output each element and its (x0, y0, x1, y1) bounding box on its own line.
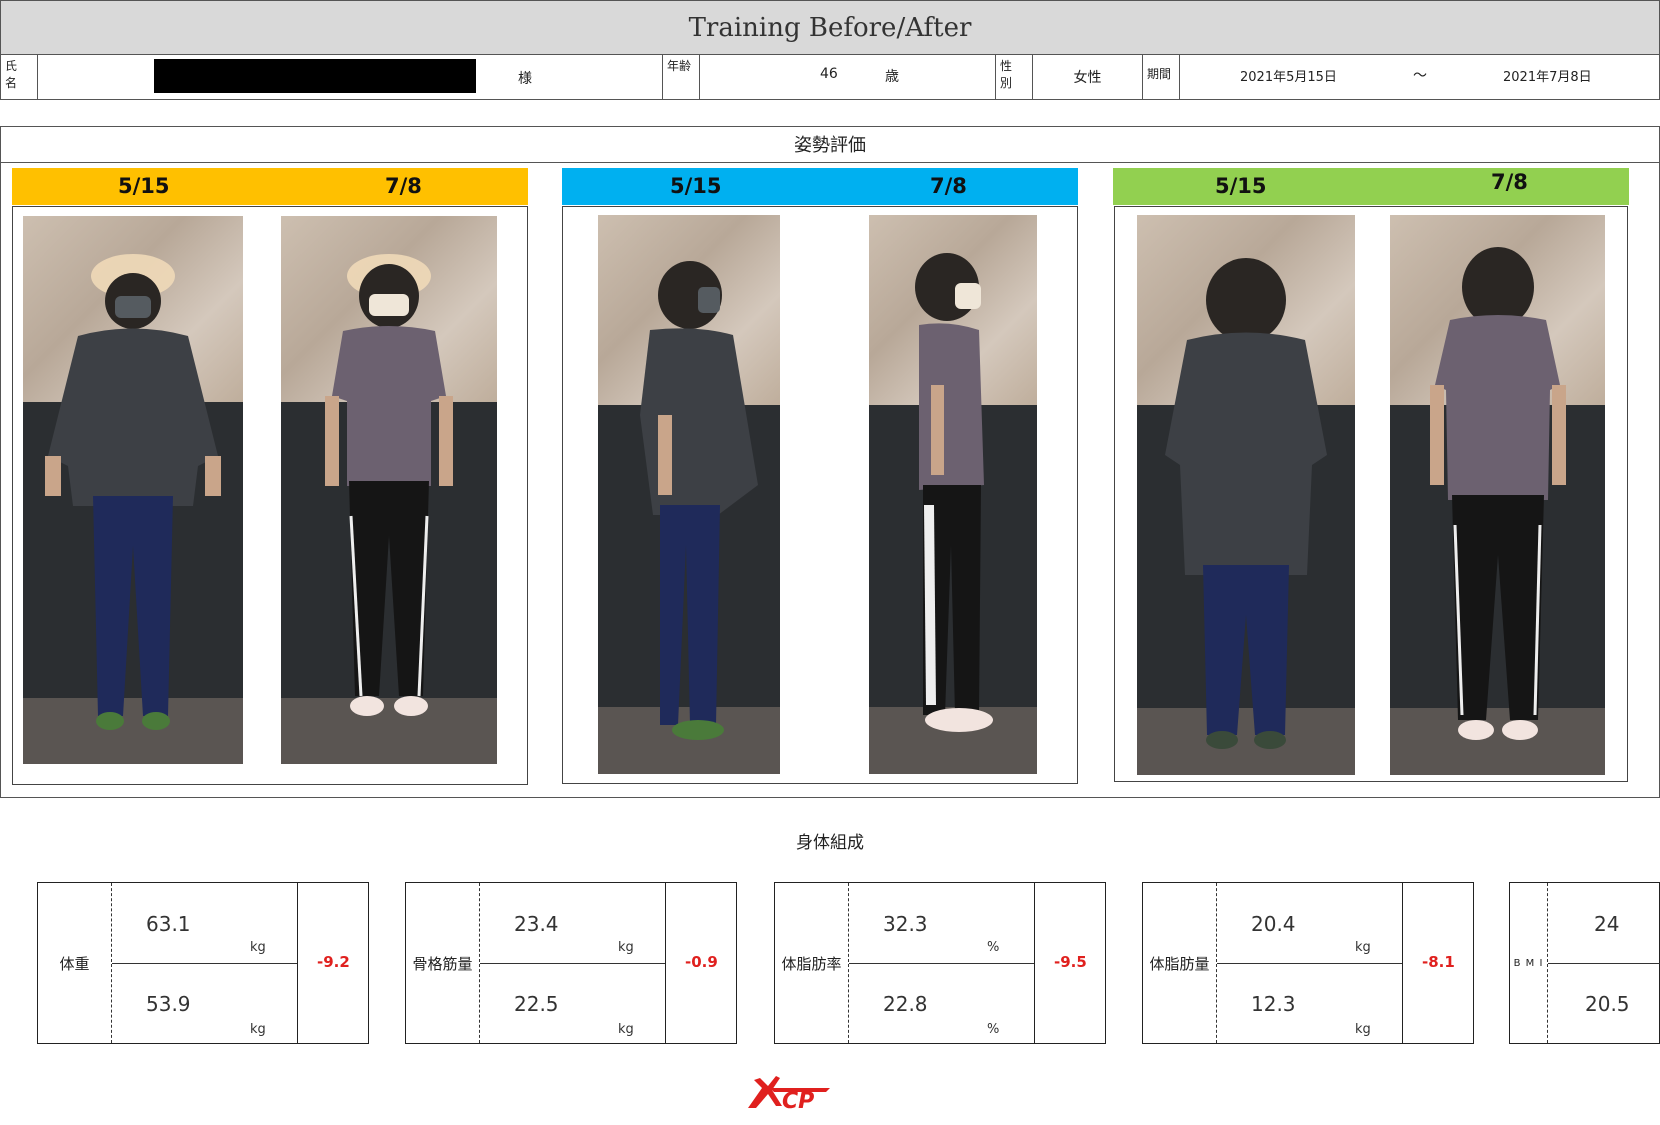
period-label: 期間 (1143, 54, 1180, 99)
photo-back-after (1390, 215, 1605, 775)
metric-after: 53.9 (146, 992, 191, 1016)
photo-front-before (23, 216, 243, 764)
name-cell: 様 (38, 54, 663, 99)
metric-label: B M I (1510, 883, 1548, 1043)
metric-before: 20.4 (1251, 912, 1296, 936)
metric-diff: -9.2 (317, 953, 350, 971)
name-label: 氏 名 (1, 54, 38, 99)
metric-box: 骨格筋量 23.4 kg 22.5 kg -0.9 (405, 882, 737, 1044)
metric-after: 12.3 (1251, 992, 1296, 1016)
metric-label: 骨格筋量 (406, 883, 480, 1043)
date-before: 5/15 (1215, 174, 1267, 198)
metric-unit: kg (618, 940, 634, 955)
metric-unit: % (987, 1022, 1000, 1037)
age-label: 年齢 (663, 54, 700, 99)
date-after: 7/8 (1491, 170, 1528, 194)
metric-box: 体脂肪量 20.4 kg 12.3 kg -8.1 (1142, 882, 1474, 1044)
date-before: 5/15 (670, 174, 722, 198)
period-start: 2021年5月15日 (1240, 70, 1337, 85)
date-band-back: 5/15 7/8 (1113, 168, 1629, 205)
metric-unit: kg (618, 1022, 634, 1037)
metric-diff: -9.5 (1054, 953, 1087, 971)
svg-text:CP: CP (782, 1089, 814, 1112)
metric-box: 体重 63.1 kg 53.9 kg -9.2 (37, 882, 369, 1044)
page-title: Training Before/After (0, 0, 1660, 55)
metric-after: 22.5 (514, 992, 559, 1016)
kcp-logo: CP (742, 1070, 834, 1114)
metric-diff: -8.1 (1422, 953, 1455, 971)
date-after: 7/8 (385, 174, 422, 198)
metric-label: 体重 (38, 883, 112, 1043)
date-band-side: 5/15 7/8 (562, 168, 1078, 205)
photo-back-before (1137, 215, 1355, 775)
metric-after: 20.5 (1585, 992, 1630, 1016)
metric-bmi: B M I 24 20.5 (1509, 882, 1660, 1044)
period-separator: ～ (1413, 68, 1427, 84)
date-band-front: 5/15 7/8 (12, 168, 528, 205)
age-cell: 46 歳 (700, 54, 996, 99)
metric-unit: % (987, 940, 1000, 955)
photo-box-side (562, 206, 1078, 784)
metric-before: 24 (1594, 912, 1620, 936)
photo-box-front (12, 206, 528, 785)
sex-value: 女性 (1033, 54, 1143, 99)
metric-diff: -0.9 (685, 953, 718, 971)
name-suffix: 様 (518, 71, 532, 87)
date-before: 5/15 (118, 174, 170, 198)
date-after: 7/8 (930, 174, 967, 198)
photo-side-after (869, 215, 1037, 774)
info-row: 氏 名 様 年齢 46 歳 性 別 女性 期間 2021年5月15日 ～ 202… (0, 54, 1660, 100)
metric-unit: kg (250, 940, 266, 955)
metric-after: 22.8 (883, 992, 928, 1016)
photo-side-before (598, 215, 780, 774)
age-unit: 歳 (885, 69, 899, 85)
sex-label: 性 別 (996, 54, 1033, 99)
metric-label: 体脂肪量 (1143, 883, 1217, 1043)
period-end: 2021年7月8日 (1503, 70, 1592, 85)
photo-front-after (281, 216, 497, 764)
metric-unit: kg (1355, 1022, 1371, 1037)
posture-title: 姿勢評価 (0, 126, 1660, 163)
metric-box: 体脂肪率 32.3% 22.8% -9.5 (774, 882, 1106, 1044)
metric-unit: kg (250, 1022, 266, 1037)
age-value: 46 (820, 66, 838, 82)
body-composition-title: 身体組成 (796, 833, 864, 853)
metric-before: 63.1 (146, 912, 191, 936)
metric-before: 23.4 (514, 912, 559, 936)
photo-box-back (1114, 206, 1628, 782)
redacted-name (154, 59, 476, 93)
metric-before: 32.3 (883, 912, 928, 936)
metric-unit: kg (1355, 940, 1371, 955)
period-cell: 2021年5月15日 ～ 2021年7月8日 (1180, 54, 1660, 99)
metric-label: 体脂肪率 (775, 883, 849, 1043)
